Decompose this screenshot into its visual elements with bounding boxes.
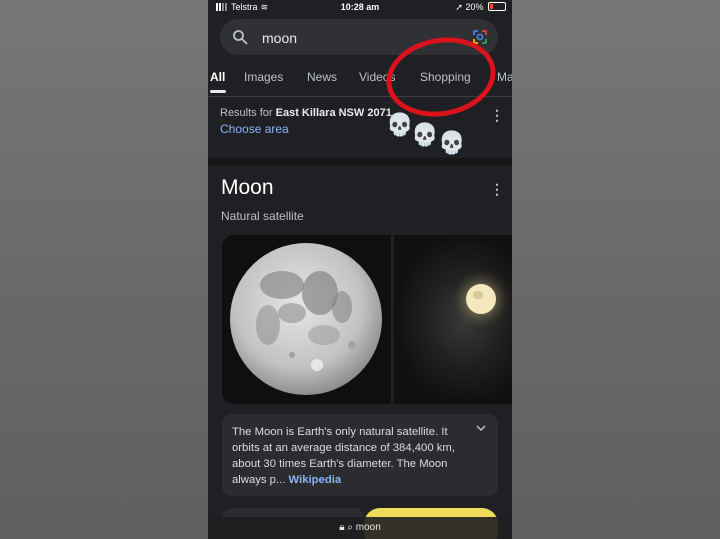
skull-emoji-2: 💀 (411, 122, 439, 147)
night-moon-picture (447, 265, 512, 333)
tab-more[interactable]: Ma (497, 70, 512, 84)
url-query: moon (355, 522, 381, 533)
knowledge-panel-subtitle: Natural satellite (221, 209, 304, 223)
browser-url-bar[interactable]: 🔒︎ ⌕ moon (208, 517, 512, 539)
knowledge-panel-more-icon[interactable]: ⋮ (490, 182, 504, 196)
tab-all[interactable]: All (210, 70, 225, 84)
knowledge-panel-title: Moon (221, 176, 274, 199)
location-name: East Killara NSW 2071 (275, 107, 392, 119)
tab-images[interactable]: Images (244, 70, 283, 84)
tab-news[interactable]: News (307, 70, 337, 84)
full-moon-picture (230, 243, 382, 395)
lock-icon: 🔒︎ (339, 522, 345, 533)
snippet-text: The Moon is Earth's only natural satelli… (232, 424, 472, 488)
backdrop-left (0, 0, 208, 539)
search-url-icon: ⌕ (347, 522, 353, 533)
skull-emoji-3: 💀 (438, 130, 466, 155)
battery-percent: 20% (465, 2, 484, 12)
phone-screen: Telstra≋ 10:28 am ➚ 20% All Images News … (208, 0, 512, 539)
moon-image-full[interactable] (222, 235, 391, 404)
status-bar: Telstra ≋ 10:28 am ➚ 20% (208, 0, 512, 16)
active-tab-indicator (210, 90, 226, 93)
url-text: 🔒︎ ⌕ moon (208, 522, 512, 533)
search-icon[interactable] (232, 29, 248, 45)
skull-emoji-1: 💀 (386, 112, 414, 137)
results-for-label: Results for (220, 107, 273, 119)
battery-status: ➚ 20% (455, 2, 506, 13)
location-more-icon[interactable]: ⋮ (490, 108, 504, 122)
location-arrow-icon: ➚ (455, 2, 463, 12)
moon-night-sky-image[interactable] (394, 235, 512, 404)
wikipedia-link[interactable]: Wikipedia (289, 474, 342, 486)
section-separator (208, 158, 512, 166)
backdrop-right (512, 0, 720, 539)
snippet-description: The Moon is Earth's only natural satelli… (232, 426, 455, 486)
chevron-down-icon[interactable] (476, 423, 486, 433)
wikipedia-snippet[interactable]: The Moon is Earth's only natural satelli… (222, 414, 498, 496)
battery-icon (488, 2, 506, 11)
